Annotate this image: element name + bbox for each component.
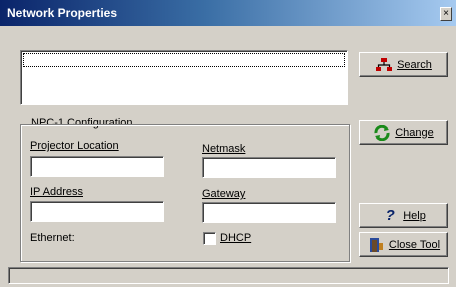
- title-bar[interactable]: Network Properties ×: [0, 0, 456, 26]
- gateway-field[interactable]: [202, 202, 336, 223]
- ip-address-label: IP Address: [30, 186, 83, 198]
- search-button-label: Search: [397, 58, 432, 71]
- network-properties-window: Network Properties × Search NPC-1 Config…: [0, 0, 456, 287]
- projector-location-field[interactable]: [30, 156, 164, 177]
- change-button[interactable]: Change: [359, 120, 448, 145]
- refresh-icon: [373, 124, 391, 141]
- change-button-label: Change: [395, 126, 434, 139]
- dhcp-checkbox[interactable]: [203, 232, 216, 245]
- help-button[interactable]: ? Help: [359, 203, 448, 228]
- network-search-icon: [375, 57, 393, 73]
- ethernet-label: Ethernet:: [30, 232, 75, 244]
- list-focus-row[interactable]: [23, 53, 345, 67]
- dhcp-label[interactable]: DHCP: [220, 232, 251, 244]
- status-bar: [8, 267, 449, 284]
- netmask-field[interactable]: [202, 157, 336, 178]
- ip-address-field[interactable]: [30, 201, 164, 222]
- search-button[interactable]: Search: [359, 52, 448, 77]
- close-tool-button[interactable]: Close Tool: [359, 232, 448, 257]
- projector-location-label: Projector Location: [30, 140, 119, 152]
- window-title: Network Properties: [7, 6, 118, 20]
- question-mark-icon: ?: [385, 207, 395, 224]
- netmask-label: Netmask: [202, 143, 246, 155]
- close-tool-button-label: Close Tool: [388, 238, 441, 251]
- device-list[interactable]: [20, 50, 348, 105]
- door-exit-icon: [367, 237, 385, 253]
- gateway-label: Gateway: [202, 188, 246, 200]
- help-button-label: Help: [403, 209, 426, 222]
- close-window-button[interactable]: ×: [440, 7, 452, 21]
